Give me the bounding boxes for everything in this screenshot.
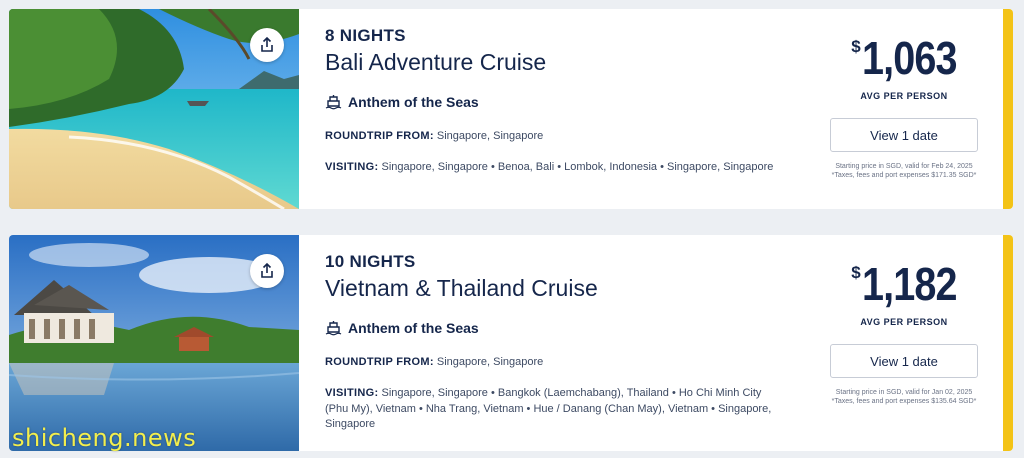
price: $ 1,182	[809, 257, 999, 311]
cruise-title[interactable]: Vietnam & Thailand Cruise	[325, 275, 598, 302]
visiting-info: VISITING: Singapore, Singapore • Bangkok…	[325, 386, 775, 433]
visiting-info: VISITING: Singapore, Singapore • Benoa, …	[325, 160, 775, 176]
cruise-photo-beach	[9, 9, 299, 209]
nights-label: 10 NIGHTS	[325, 252, 416, 271]
accent-bar	[1003, 235, 1013, 451]
price: $ 1,063	[809, 31, 999, 85]
accent-bar	[1003, 9, 1013, 209]
price-note-taxes: *Taxes, fees and port expenses $171.35 S…	[831, 172, 977, 179]
visiting-value: Singapore, Singapore • Benoa, Bali • Lom…	[381, 161, 774, 173]
cruise-card: 10 NIGHTS Vietnam & Thailand Cruise Anth…	[9, 235, 1013, 451]
roundtrip-value: Singapore, Singapore	[436, 130, 544, 142]
roundtrip-info: ROUNDTRIP FROM: Singapore, Singapore	[325, 130, 543, 142]
price-amount: 1,063	[861, 32, 958, 84]
roundtrip-label: ROUNDTRIP FROM:	[325, 130, 434, 142]
view-dates-button[interactable]: View 1 date	[830, 344, 978, 378]
visiting-label: VISITING:	[325, 387, 379, 399]
price-amount: 1,182	[861, 258, 958, 310]
price-note-validity: Starting price in SGD, valid for Feb 24,…	[835, 163, 973, 170]
share-button[interactable]	[250, 254, 284, 288]
roundtrip-info: ROUNDTRIP FROM: Singapore, Singapore	[325, 356, 543, 368]
ship-name: Anthem of the Seas	[325, 94, 479, 110]
watermark: shicheng.news	[12, 424, 197, 452]
price-note-validity: Starting price in SGD, valid for Jan 02,…	[835, 389, 973, 396]
ship-icon	[325, 321, 342, 336]
ship-icon	[325, 95, 342, 110]
cruise-photo-temple	[9, 235, 299, 451]
cruise-title[interactable]: Bali Adventure Cruise	[325, 49, 546, 76]
roundtrip-label: ROUNDTRIP FROM:	[325, 356, 434, 368]
share-button[interactable]	[250, 28, 284, 62]
ship-name-text: Anthem of the Seas	[348, 320, 479, 336]
price-currency: $	[851, 37, 861, 56]
ship-name-text: Anthem of the Seas	[348, 94, 479, 110]
price-label: AVG PER PERSON	[860, 317, 948, 327]
visiting-value: Singapore, Singapore • Bangkok (Laemchab…	[325, 387, 772, 430]
visiting-label: VISITING:	[325, 161, 379, 173]
roundtrip-value: Singapore, Singapore	[436, 356, 544, 368]
price-currency: $	[851, 263, 861, 282]
price-note-taxes: *Taxes, fees and port expenses $135.64 S…	[831, 398, 977, 405]
ship-name: Anthem of the Seas	[325, 320, 479, 336]
share-icon	[261, 262, 273, 278]
view-dates-button[interactable]: View 1 date	[830, 118, 978, 152]
price-note: Starting price in SGD, valid for Feb 24,…	[819, 162, 989, 180]
cruise-card: 8 NIGHTS Bali Adventure Cruise Anthem of…	[9, 9, 1013, 209]
price-label: AVG PER PERSON	[860, 91, 948, 101]
share-icon	[261, 36, 273, 52]
price-note: Starting price in SGD, valid for Jan 02,…	[819, 388, 989, 406]
nights-label: 8 NIGHTS	[325, 26, 406, 45]
